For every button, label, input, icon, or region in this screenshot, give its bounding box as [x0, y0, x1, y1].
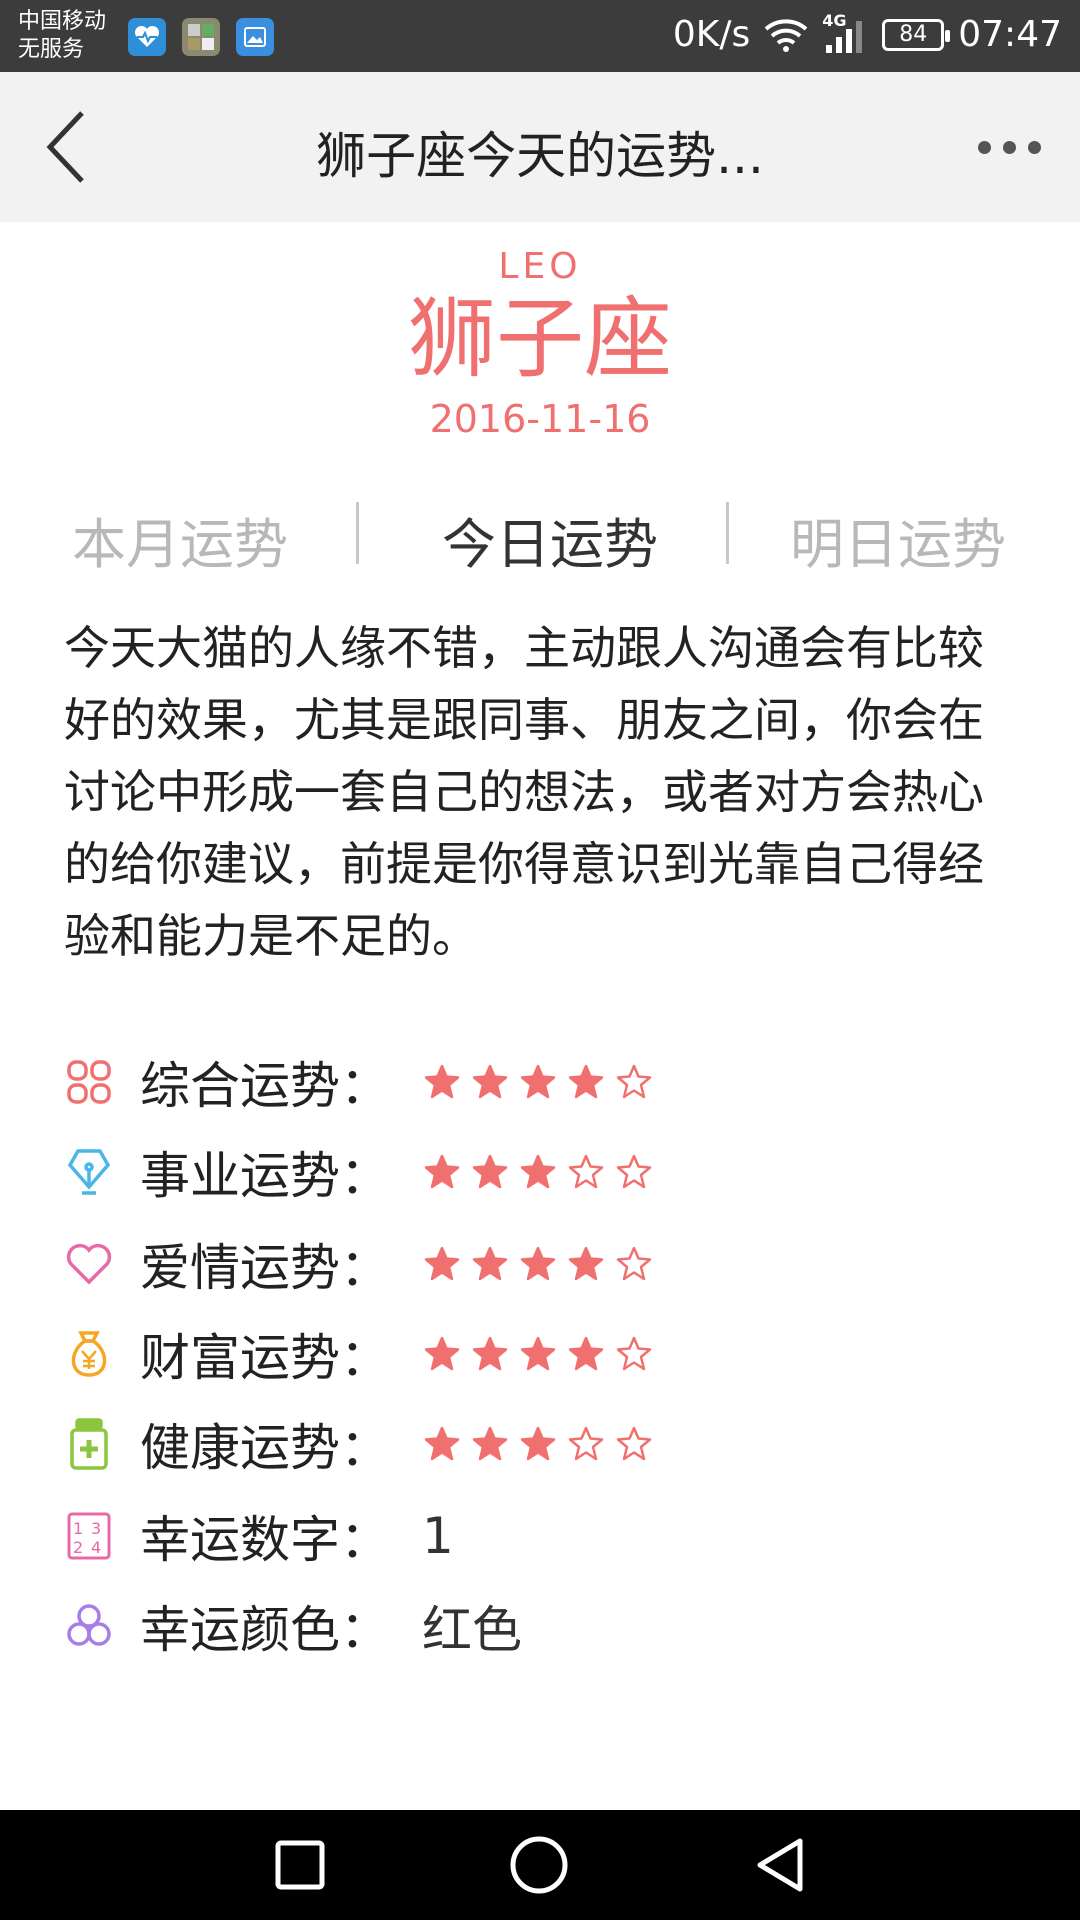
- star-empty-icon: [616, 1336, 652, 1371]
- sign-date: 2016-11-16: [429, 397, 651, 441]
- svg-text:3: 3: [91, 1519, 101, 1538]
- status-indicators: 0K/s 4G 84 07:47: [672, 11, 1062, 56]
- status-bar: 中国移动 无服务 0K/s 4G 84 07:47: [0, 0, 1080, 72]
- star-filled-icon: [520, 1154, 556, 1189]
- battery-icon: 84: [882, 18, 951, 51]
- lucky-color-label: 幸运颜色：: [140, 1601, 390, 1659]
- star-rating: [424, 1426, 652, 1462]
- star-rating: [424, 1246, 652, 1282]
- triangle-back-icon: [757, 1838, 803, 1892]
- lucky-color-value: 红色: [422, 1601, 522, 1659]
- star-empty-icon: [568, 1426, 604, 1461]
- cellular-signal: 4G: [822, 11, 868, 55]
- color-circles-icon: [64, 1601, 114, 1651]
- more-dot-icon: [1002, 140, 1016, 154]
- chevron-left-icon: [46, 111, 84, 183]
- recent-apps-button[interactable]: [270, 1835, 330, 1895]
- more-dot-icon: [1027, 140, 1041, 154]
- star-rating: [424, 1154, 652, 1190]
- home-button[interactable]: [509, 1835, 569, 1895]
- carrier-info: 中国移动 无服务: [18, 8, 106, 64]
- service-status: 无服务: [18, 37, 85, 62]
- health-app-icon: [128, 18, 166, 56]
- money-bag-icon: [64, 1329, 114, 1379]
- fortune-row-health: 健康运势：: [64, 1408, 1024, 1480]
- system-nav-bar: [0, 1810, 1080, 1920]
- lucky-number-row: 1 3 2 4 幸运数字： 1: [64, 1500, 1024, 1572]
- star-rating: [424, 1336, 652, 1372]
- circle-icon: [510, 1836, 568, 1894]
- star-filled-icon: [424, 1154, 460, 1189]
- app-bar: 狮子座今天的运势...: [0, 72, 1080, 222]
- sign-latin-name: LEO: [498, 246, 582, 287]
- star-filled-icon: [472, 1426, 508, 1461]
- fortune-label: 综合运势：: [140, 1057, 390, 1115]
- svg-text:2: 2: [73, 1538, 83, 1557]
- gallery-thumbnail-icon: [182, 18, 220, 56]
- sign-name: 狮子座: [407, 287, 672, 390]
- star-filled-icon: [472, 1336, 508, 1371]
- wifi-icon: [764, 18, 808, 52]
- star-rating: [424, 1064, 652, 1100]
- star-filled-icon: [424, 1336, 460, 1371]
- fortune-description: 今天大猫的人缘不错，主动跟人沟通会有比较好的效果，尤其是跟同事、朋友之间，你会在…: [64, 621, 984, 963]
- tab-today[interactable]: 今日运势: [442, 500, 658, 579]
- fortune-row-wealth: 财富运势：: [64, 1318, 1024, 1390]
- fortune-row-love: 爱情运势：: [64, 1228, 1024, 1300]
- number-grid-icon: 1 3 2 4: [64, 1511, 114, 1561]
- svg-text:1: 1: [73, 1519, 83, 1538]
- star-filled-icon: [424, 1426, 460, 1461]
- lucky-number-label: 幸运数字：: [140, 1511, 390, 1569]
- star-filled-icon: [472, 1154, 508, 1189]
- zodiac-header: LEO 狮子座 2016-11-16: [0, 246, 1080, 441]
- star-empty-icon: [616, 1426, 652, 1461]
- pen-nib-icon: [64, 1147, 114, 1197]
- clock: 07:47: [958, 14, 1062, 55]
- back-button[interactable]: [22, 102, 112, 192]
- star-filled-icon: [472, 1064, 508, 1099]
- square-icon: [275, 1840, 325, 1890]
- clover-icon: [64, 1057, 114, 1107]
- fortune-label: 健康运势：: [140, 1419, 390, 1477]
- star-filled-icon: [424, 1246, 460, 1281]
- fortune-label: 财富运势：: [140, 1329, 390, 1387]
- star-filled-icon: [568, 1064, 604, 1099]
- star-filled-icon: [568, 1246, 604, 1281]
- net-speed: 0K/s: [672, 14, 751, 55]
- fortune-tabs: 本月运势 今日运势 明日运势: [0, 490, 1080, 580]
- star-filled-icon: [568, 1336, 604, 1371]
- more-dot-icon: [977, 140, 991, 154]
- tab-divider: [726, 502, 729, 564]
- fortune-row-career: 事业运势：: [64, 1136, 1024, 1208]
- back-nav-button[interactable]: [750, 1835, 810, 1895]
- tab-monthly[interactable]: 本月运势: [72, 500, 288, 579]
- page-title: 狮子座今天的运势...: [316, 127, 764, 185]
- carrier-name: 中国移动: [18, 9, 107, 34]
- star-filled-icon: [520, 1336, 556, 1371]
- notification-icons: [128, 18, 274, 56]
- more-options-button[interactable]: [964, 102, 1054, 192]
- lucky-number-value: 1: [422, 1507, 454, 1565]
- svg-text:4: 4: [91, 1538, 101, 1557]
- fortune-label: 爱情运势：: [140, 1239, 390, 1297]
- fortune-label: 事业运势：: [140, 1147, 390, 1205]
- star-filled-icon: [472, 1246, 508, 1281]
- star-empty-icon: [616, 1064, 652, 1099]
- star-empty-icon: [568, 1154, 604, 1189]
- photos-app-icon: [236, 18, 274, 56]
- fortune-row-overall: 综合运势：: [64, 1046, 1024, 1118]
- star-empty-icon: [616, 1246, 652, 1281]
- tab-tomorrow[interactable]: 明日运势: [790, 500, 1006, 579]
- star-filled-icon: [520, 1426, 556, 1461]
- star-filled-icon: [424, 1064, 460, 1099]
- medicine-bottle-icon: [64, 1418, 114, 1470]
- star-empty-icon: [616, 1154, 652, 1189]
- star-filled-icon: [520, 1246, 556, 1281]
- tab-divider: [356, 502, 359, 564]
- heart-icon: [64, 1239, 114, 1289]
- battery-level: 84: [899, 22, 928, 47]
- star-filled-icon: [520, 1064, 556, 1099]
- signal-bars-icon: [826, 20, 863, 53]
- lucky-color-row: 幸运颜色： 红色: [64, 1590, 1024, 1662]
